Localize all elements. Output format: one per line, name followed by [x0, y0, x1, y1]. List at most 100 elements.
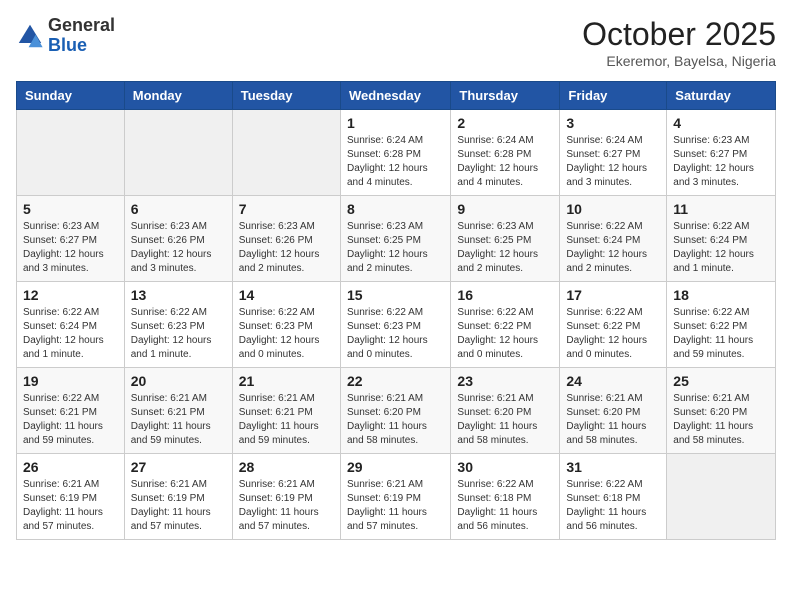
- calendar-cell: 5Sunrise: 6:23 AM Sunset: 6:27 PM Daylig…: [17, 196, 125, 282]
- day-info: Sunrise: 6:23 AM Sunset: 6:27 PM Dayligh…: [673, 134, 769, 190]
- calendar-cell: 24 Sunrise: 6:21 AM Sunset: 6:20 PM Dayli…: [560, 368, 667, 454]
- day-number: 8: [347, 201, 444, 217]
- weekday-header-tuesday: Tuesday: [232, 82, 340, 110]
- calendar-cell: [17, 110, 125, 196]
- calendar-week-row: 5Sunrise: 6:23 AM Sunset: 6:27 PM Daylig…: [17, 196, 776, 282]
- day-number: 9: [457, 201, 553, 217]
- day-info: Sunrise: 6:21 AM Sunset: 6:19 PM Dayligh…: [23, 478, 118, 534]
- day-number: 16: [457, 287, 553, 303]
- title-block: October 2025 Ekeremor, Bayelsa, Nigeria: [582, 16, 776, 69]
- calendar-cell: 10 Sunrise: 6:22 AM Sunset: 6:24 PM Dayli…: [560, 196, 667, 282]
- calendar-week-row: 19 Sunrise: 6:22 AM Sunset: 6:21 PM Dayli…: [17, 368, 776, 454]
- day-info: Sunrise: 6:22 AM Sunset: 6:24 PM Dayligh…: [673, 220, 769, 276]
- day-number: 4: [673, 115, 769, 131]
- day-number: 25: [673, 373, 769, 389]
- page-header: General Blue October 2025 Ekeremor, Baye…: [16, 16, 776, 69]
- day-number: 18: [673, 287, 769, 303]
- calendar-cell: 12 Sunrise: 6:22 AM Sunset: 6:24 PM Dayli…: [17, 282, 125, 368]
- logo-text: General Blue: [48, 16, 115, 56]
- day-info: Sunrise: 6:22 AM Sunset: 6:24 PM Dayligh…: [566, 220, 660, 276]
- calendar-cell: [667, 454, 776, 540]
- calendar-cell: 6 Sunrise: 6:23 AM Sunset: 6:26 PM Daylig…: [124, 196, 232, 282]
- weekday-header-sunday: Sunday: [17, 82, 125, 110]
- day-info: Sunrise: 6:23 AM Sunset: 6:26 PM Dayligh…: [239, 220, 334, 276]
- calendar-cell: 21Sunrise: 6:21 AM Sunset: 6:21 PM Dayli…: [232, 368, 340, 454]
- day-number: 19: [23, 373, 118, 389]
- logo-icon: [16, 22, 44, 50]
- day-info: Sunrise: 6:22 AM Sunset: 6:23 PM Dayligh…: [239, 306, 334, 362]
- day-number: 22: [347, 373, 444, 389]
- calendar-cell: 29Sunrise: 6:21 AM Sunset: 6:19 PM Dayli…: [340, 454, 450, 540]
- calendar-cell: 4 Sunrise: 6:23 AM Sunset: 6:27 PM Daylig…: [667, 110, 776, 196]
- calendar-cell: [232, 110, 340, 196]
- day-info: Sunrise: 6:22 AM Sunset: 6:23 PM Dayligh…: [347, 306, 444, 362]
- day-info: Sunrise: 6:21 AM Sunset: 6:20 PM Dayligh…: [457, 392, 553, 448]
- calendar-week-row: 1 Sunrise: 6:24 AM Sunset: 6:28 PM Daylig…: [17, 110, 776, 196]
- day-info: Sunrise: 6:22 AM Sunset: 6:22 PM Dayligh…: [457, 306, 553, 362]
- day-info: Sunrise: 6:22 AM Sunset: 6:22 PM Dayligh…: [566, 306, 660, 362]
- calendar-header-row: SundayMondayTuesdayWednesdayThursdayFrid…: [17, 82, 776, 110]
- day-number: 14: [239, 287, 334, 303]
- weekday-header-wednesday: Wednesday: [340, 82, 450, 110]
- day-info: Sunrise: 6:21 AM Sunset: 6:19 PM Dayligh…: [239, 478, 334, 534]
- calendar-table: SundayMondayTuesdayWednesdayThursdayFrid…: [16, 81, 776, 540]
- weekday-header-saturday: Saturday: [667, 82, 776, 110]
- day-number: 10: [566, 201, 660, 217]
- day-info: Sunrise: 6:21 AM Sunset: 6:21 PM Dayligh…: [239, 392, 334, 448]
- day-number: 26: [23, 459, 118, 475]
- logo: General Blue: [16, 16, 115, 56]
- day-number: 12: [23, 287, 118, 303]
- calendar-week-row: 26 Sunrise: 6:21 AM Sunset: 6:19 PM Dayli…: [17, 454, 776, 540]
- day-number: 13: [131, 287, 226, 303]
- day-number: 23: [457, 373, 553, 389]
- day-number: 27: [131, 459, 226, 475]
- day-info: Sunrise: 6:22 AM Sunset: 6:23 PM Dayligh…: [131, 306, 226, 362]
- day-info: Sunrise: 6:21 AM Sunset: 6:20 PM Dayligh…: [673, 392, 769, 448]
- day-number: 2: [457, 115, 553, 131]
- day-info: Sunrise: 6:21 AM Sunset: 6:20 PM Dayligh…: [347, 392, 444, 448]
- calendar-cell: 8 Sunrise: 6:23 AM Sunset: 6:25 PM Daylig…: [340, 196, 450, 282]
- day-info: Sunrise: 6:21 AM Sunset: 6:19 PM Dayligh…: [131, 478, 226, 534]
- calendar-cell: 18 Sunrise: 6:22 AM Sunset: 6:22 PM Dayli…: [667, 282, 776, 368]
- calendar-cell: 20Sunrise: 6:21 AM Sunset: 6:21 PM Dayli…: [124, 368, 232, 454]
- day-number: 17: [566, 287, 660, 303]
- day-number: 31: [566, 459, 660, 475]
- day-number: 28: [239, 459, 334, 475]
- calendar-cell: [124, 110, 232, 196]
- calendar-week-row: 12 Sunrise: 6:22 AM Sunset: 6:24 PM Dayli…: [17, 282, 776, 368]
- day-info: Sunrise: 6:23 AM Sunset: 6:27 PM Dayligh…: [23, 220, 118, 276]
- day-info: Sunrise: 6:22 AM Sunset: 6:22 PM Dayligh…: [673, 306, 769, 362]
- calendar-cell: 31Sunrise: 6:22 AM Sunset: 6:18 PM Dayli…: [560, 454, 667, 540]
- day-number: 1: [347, 115, 444, 131]
- day-info: Sunrise: 6:23 AM Sunset: 6:26 PM Dayligh…: [131, 220, 226, 276]
- day-number: 15: [347, 287, 444, 303]
- day-info: Sunrise: 6:21 AM Sunset: 6:20 PM Dayligh…: [566, 392, 660, 448]
- calendar-cell: 19 Sunrise: 6:22 AM Sunset: 6:21 PM Dayli…: [17, 368, 125, 454]
- calendar-cell: 16 Sunrise: 6:22 AM Sunset: 6:22 PM Dayli…: [451, 282, 560, 368]
- calendar-cell: 13 Sunrise: 6:22 AM Sunset: 6:23 PM Dayli…: [124, 282, 232, 368]
- weekday-header-monday: Monday: [124, 82, 232, 110]
- calendar-cell: 28 Sunrise: 6:21 AM Sunset: 6:19 PM Dayli…: [232, 454, 340, 540]
- day-number: 30: [457, 459, 553, 475]
- day-number: 7: [239, 201, 334, 217]
- day-info: Sunrise: 6:21 AM Sunset: 6:21 PM Dayligh…: [131, 392, 226, 448]
- day-info: Sunrise: 6:23 AM Sunset: 6:25 PM Dayligh…: [457, 220, 553, 276]
- day-number: 24: [566, 373, 660, 389]
- calendar-cell: 27 Sunrise: 6:21 AM Sunset: 6:19 PM Dayli…: [124, 454, 232, 540]
- day-number: 6: [131, 201, 226, 217]
- month-title: October 2025: [582, 16, 776, 53]
- calendar-cell: 17 Sunrise: 6:22 AM Sunset: 6:22 PM Dayli…: [560, 282, 667, 368]
- day-info: Sunrise: 6:23 AM Sunset: 6:25 PM Dayligh…: [347, 220, 444, 276]
- calendar-cell: 26 Sunrise: 6:21 AM Sunset: 6:19 PM Dayli…: [17, 454, 125, 540]
- weekday-header-friday: Friday: [560, 82, 667, 110]
- day-info: Sunrise: 6:22 AM Sunset: 6:21 PM Dayligh…: [23, 392, 118, 448]
- calendar-cell: 3Sunrise: 6:24 AM Sunset: 6:27 PM Daylig…: [560, 110, 667, 196]
- calendar-cell: 30Sunrise: 6:22 AM Sunset: 6:18 PM Dayli…: [451, 454, 560, 540]
- day-info: Sunrise: 6:24 AM Sunset: 6:28 PM Dayligh…: [347, 134, 444, 190]
- day-number: 3: [566, 115, 660, 131]
- day-info: Sunrise: 6:22 AM Sunset: 6:24 PM Dayligh…: [23, 306, 118, 362]
- calendar-cell: 9 Sunrise: 6:23 AM Sunset: 6:25 PM Daylig…: [451, 196, 560, 282]
- calendar-cell: 22 Sunrise: 6:21 AM Sunset: 6:20 PM Dayli…: [340, 368, 450, 454]
- weekday-header-thursday: Thursday: [451, 82, 560, 110]
- calendar-cell: 11Sunrise: 6:22 AM Sunset: 6:24 PM Dayli…: [667, 196, 776, 282]
